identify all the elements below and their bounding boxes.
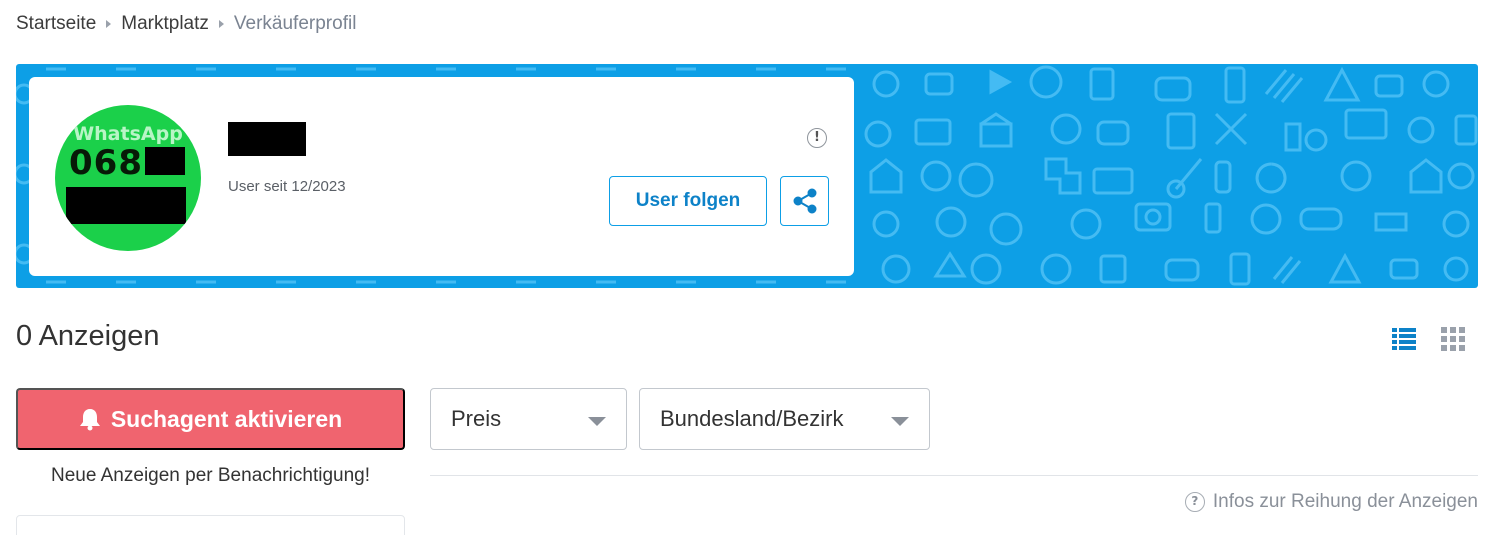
activate-search-agent-button[interactable]: Suchagent aktivieren	[16, 388, 405, 450]
region-filter-dropdown[interactable]: Bundesland/Bezirk	[639, 388, 930, 450]
chevron-down-icon	[588, 417, 606, 426]
report-info-icon[interactable]: !	[807, 128, 827, 148]
help-icon: ?	[1184, 492, 1205, 512]
avatar: WhatsApp 0681	[55, 105, 201, 251]
grid-view-icon[interactable]	[1441, 327, 1465, 351]
price-filter-label: Preis	[451, 406, 502, 431]
breadcrumb-separator-icon	[106, 20, 112, 28]
bell-icon	[79, 409, 100, 431]
sidebar-box	[16, 515, 405, 535]
profile-card: WhatsApp 0681 User seit 12/2023 ! User f…	[29, 77, 854, 276]
ranking-info-label: Infos zur Reihung der Anzeigen	[1212, 491, 1478, 512]
follow-user-button[interactable]: User folgen	[609, 176, 767, 226]
breadcrumb: Startseite Marktplatz Verkäuferprofil	[16, 13, 356, 35]
list-view-icon[interactable]	[1392, 327, 1416, 351]
divider	[430, 475, 1478, 476]
breadcrumb-separator-icon	[218, 20, 224, 28]
breadcrumb-startseite[interactable]: Startseite	[16, 13, 96, 35]
ad-count: 0 Anzeigen	[16, 320, 160, 352]
breadcrumb-current: Verkäuferprofil	[233, 13, 357, 34]
chevron-down-icon	[891, 417, 909, 426]
seller-name-redacted	[228, 122, 306, 156]
redaction-block	[145, 147, 185, 175]
redaction-block	[66, 187, 186, 224]
ranking-info-link[interactable]: ? Infos zur Reihung der Anzeigen	[1184, 491, 1478, 513]
breadcrumb-marktplatz[interactable]: Marktplatz	[121, 13, 209, 35]
share-button[interactable]	[780, 176, 829, 226]
member-since: User seit 12/2023	[228, 178, 346, 195]
search-agent-subtext: Neue Anzeigen per Benachrichtigung!	[50, 465, 370, 486]
search-agent-label: Suchagent aktivieren	[110, 405, 343, 432]
region-filter-label: Bundesland/Bezirk	[660, 406, 844, 431]
avatar-label: WhatsApp	[73, 123, 183, 145]
share-icon	[793, 188, 816, 214]
price-filter-dropdown[interactable]: Preis	[430, 388, 627, 450]
